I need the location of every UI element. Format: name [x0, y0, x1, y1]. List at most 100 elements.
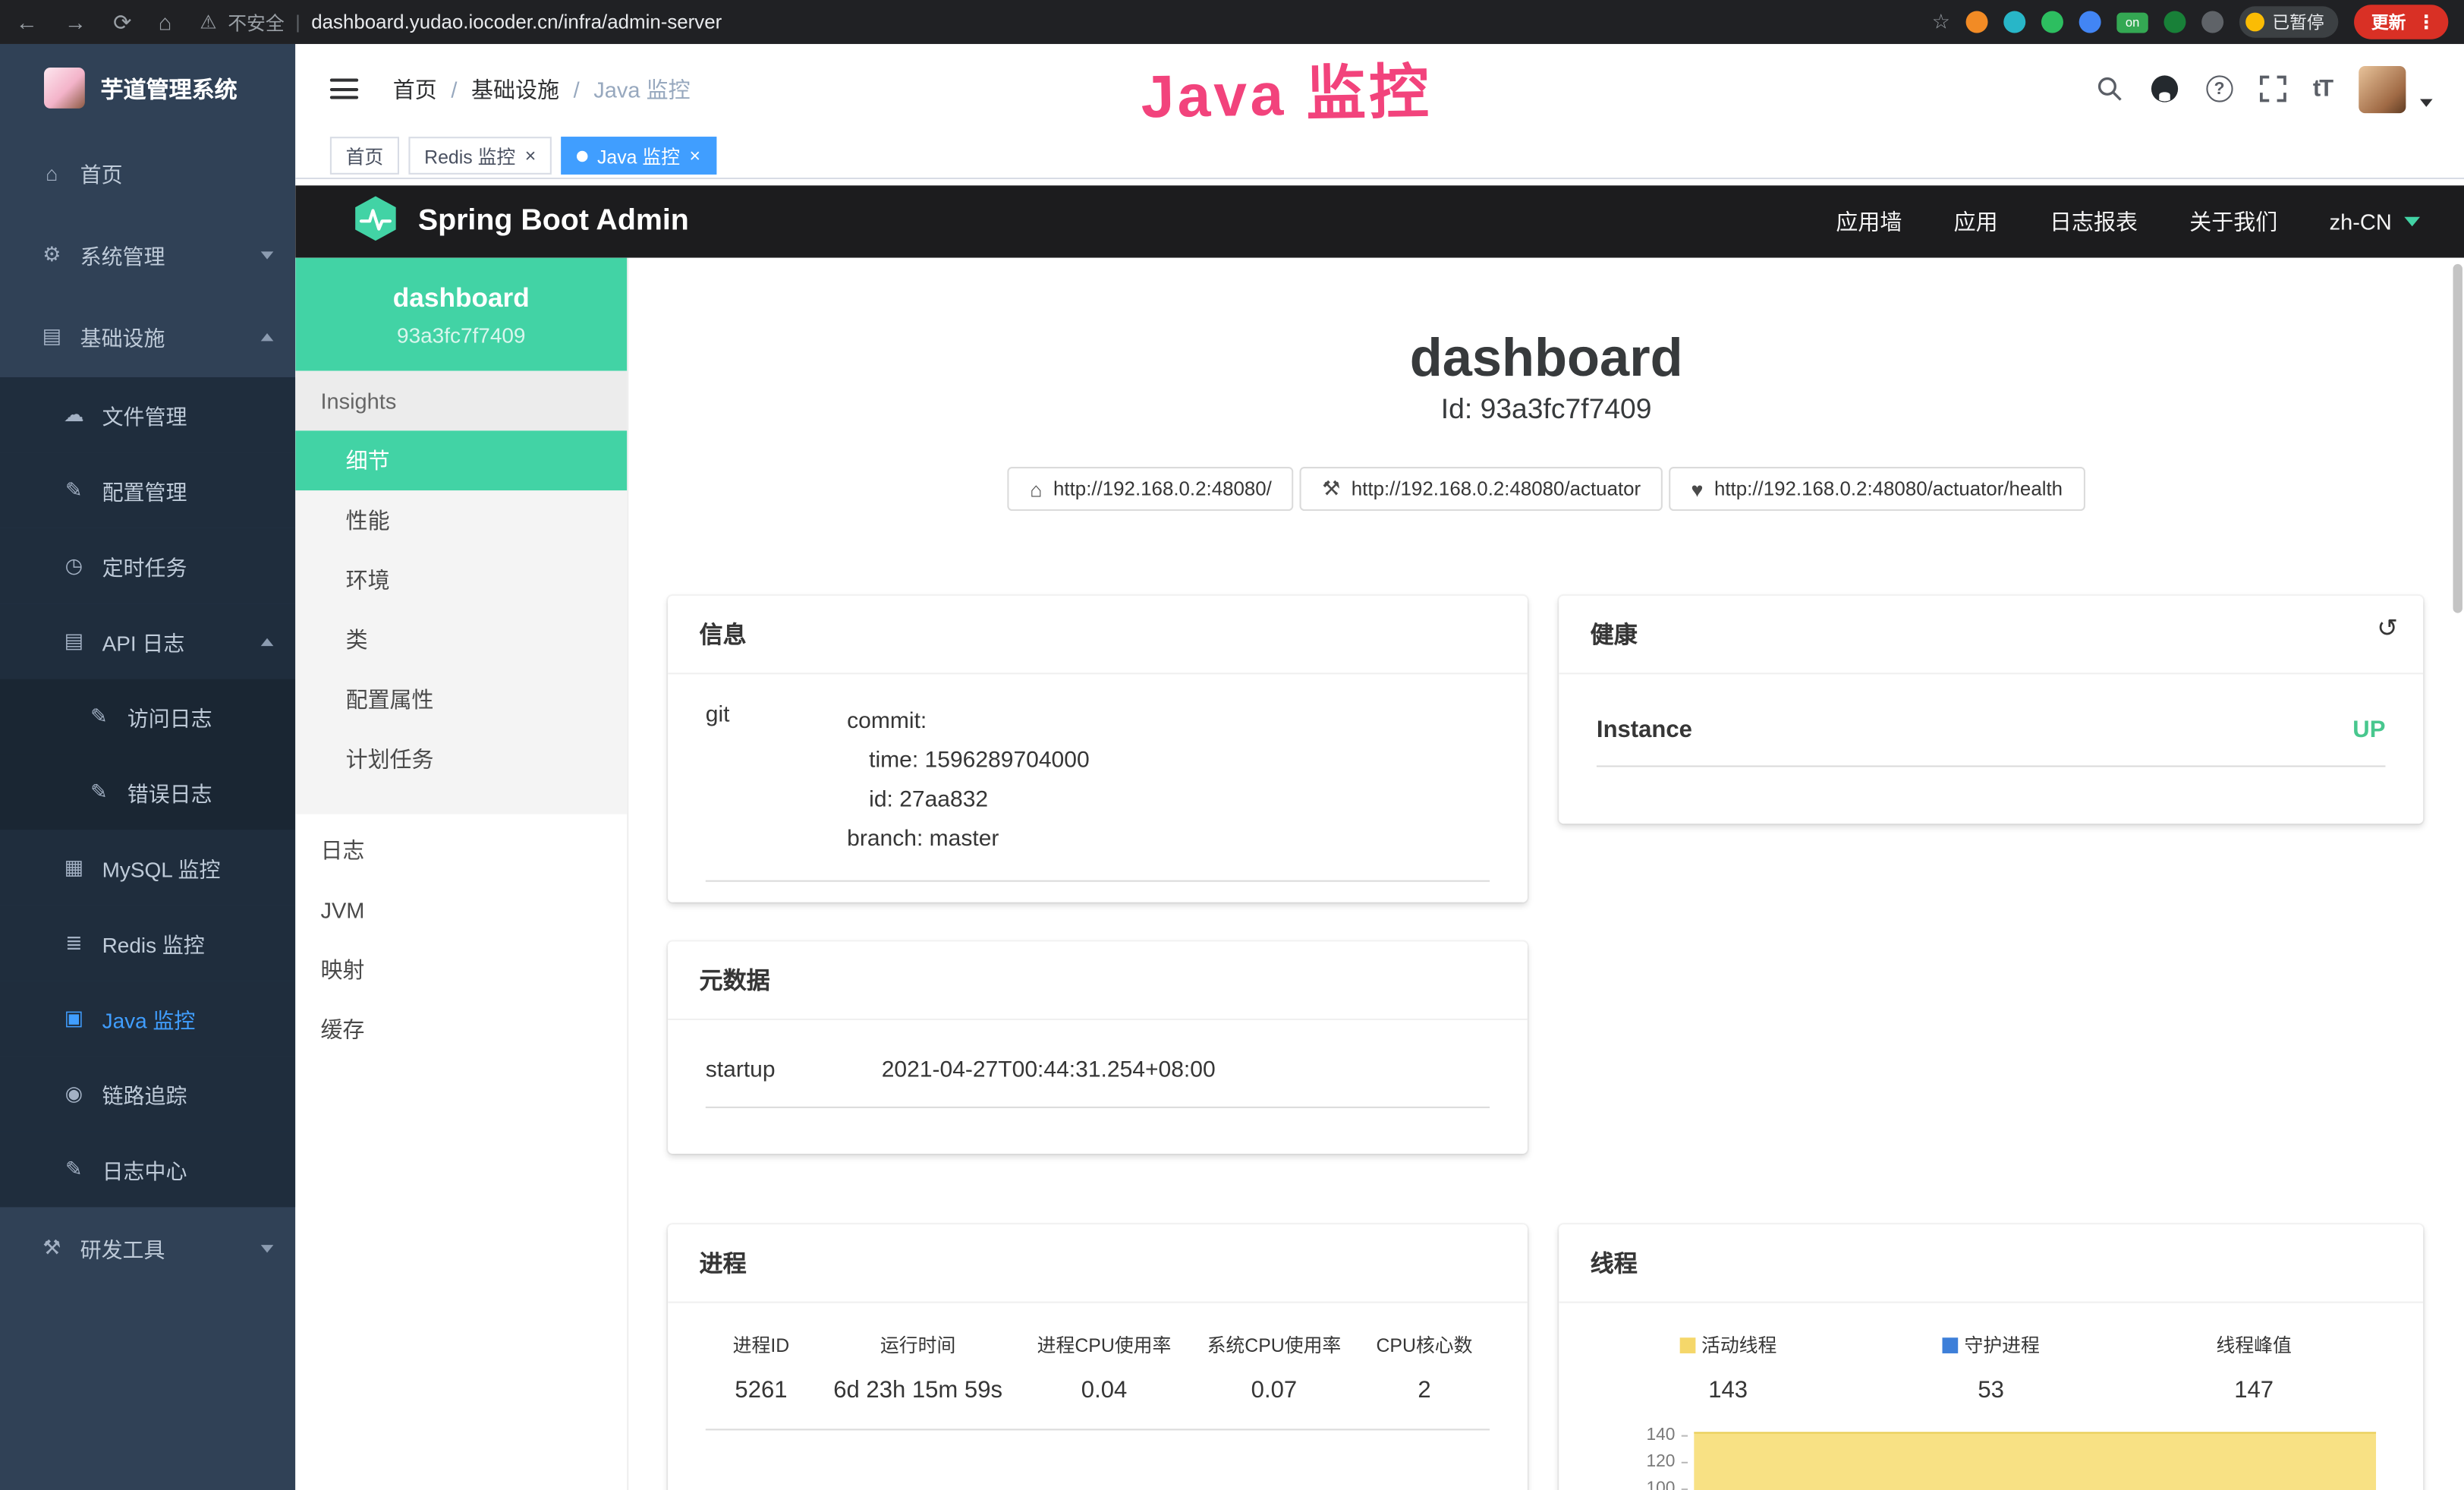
sba-nav-applications[interactable]: 应用	[1954, 206, 1998, 237]
sba-item-mappings[interactable]: 映射	[295, 940, 627, 1000]
sba-item-environment[interactable]: 环境	[295, 550, 627, 610]
sidebar-item-java-monitor[interactable]: ▣ Java 监控	[0, 981, 295, 1056]
close-icon[interactable]: ×	[690, 146, 701, 165]
sba-item-jvm[interactable]: JVM	[295, 880, 627, 940]
extension-icon-blue-grid[interactable]	[2079, 11, 2101, 33]
chevron-up-icon	[261, 638, 274, 645]
home-icon: ⌂	[1030, 477, 1042, 500]
tab-java-monitor[interactable]: Java 监控 ×	[561, 137, 716, 175]
health-row: Instance UP	[1597, 703, 2386, 767]
sidebar-item-api-logs[interactable]: ▤ API 日志	[0, 603, 295, 679]
bookmark-star-icon[interactable]: ☆	[1932, 9, 1950, 34]
heart-icon: ♥	[1691, 477, 1703, 500]
sba-item-classes[interactable]: 类	[295, 610, 627, 669]
extension-icon-orange[interactable]	[1966, 11, 1988, 33]
insecure-warning-icon[interactable]: ⚠	[200, 11, 216, 33]
help-icon[interactable]: ?	[2206, 75, 2233, 102]
user-avatar[interactable]	[2359, 65, 2406, 112]
sba-item-caches[interactable]: 缓存	[295, 1000, 627, 1060]
monitor-icon: ▣	[60, 1006, 88, 1031]
process-value: 5261	[706, 1377, 817, 1403]
page-scrollbar[interactable]	[2453, 264, 2462, 613]
sidebar-item-infrastructure[interactable]: ▤ 基础设施	[0, 295, 295, 377]
fullscreen-icon[interactable]	[2259, 75, 2286, 102]
paused-badge[interactable]: 已暂停	[2239, 6, 2338, 37]
sidebar-item-config-management[interactable]: ✎ 配置管理	[0, 452, 295, 528]
sidebar-item-label: 日志中心	[102, 1154, 187, 1185]
close-icon[interactable]: ×	[525, 146, 537, 165]
sidebar-item-scheduled-tasks[interactable]: ◷ 定时任务	[0, 528, 295, 603]
health-card-body: Instance UP	[1559, 674, 2423, 767]
extension-on-badge[interactable]: on	[2116, 12, 2148, 33]
screen: ← → ⟳ ⌂ ⚠ 不安全 | dashboard.yudao.iocoder.…	[0, 0, 2464, 1490]
github-icon[interactable]	[2149, 74, 2179, 103]
sidebar-item-access-logs[interactable]: ✎ 访问日志	[0, 679, 295, 754]
language-selector[interactable]: zh-CN	[2330, 209, 2420, 234]
sba-brand-title[interactable]: Spring Boot Admin	[418, 204, 689, 239]
search-icon[interactable]	[2096, 75, 2123, 102]
service-url-button[interactable]: ⌂ http://192.168.0.2:48080/	[1008, 467, 1294, 511]
app-logo-row[interactable]: 芋道管理系统	[0, 44, 295, 132]
health-url-button[interactable]: ♥ http://192.168.0.2:48080/actuator/heal…	[1669, 467, 2085, 511]
text-size-icon[interactable]: tT	[2313, 75, 2332, 102]
process-card-body: 进程ID 运行时间 进程CPU使用率 系统CPU使用率 CPU核心数 5261 …	[668, 1303, 1528, 1431]
legend-label: 活动线程	[1701, 1331, 1776, 1358]
breadcrumb-home[interactable]: 首页	[393, 73, 437, 104]
sidebar-item-log-center[interactable]: ✎ 日志中心	[0, 1132, 295, 1207]
insights-group: Insights 细节 性能 环境 类 配置属性 计划任务	[295, 371, 627, 814]
sidebar-item-tracing[interactable]: ◉ 链路追踪	[0, 1057, 295, 1132]
insights-section-label: Insights	[295, 371, 627, 431]
actuator-url: http://192.168.0.2:48080/actuator	[1352, 478, 1641, 500]
app-main: 首页 / 基础设施 / Java 监控 Java 监控 ?	[295, 44, 2464, 1490]
process-table: 进程ID 运行时间 进程CPU使用率 系统CPU使用率 CPU核心数 5261 …	[706, 1331, 1490, 1403]
avatar-caret-icon[interactable]	[2420, 98, 2433, 106]
browser-chrome: ← → ⟳ ⌂ ⚠ 不安全 | dashboard.yudao.iocoder.…	[0, 0, 2464, 44]
breadcrumb-infrastructure[interactable]: 基础设施	[471, 73, 559, 104]
sidebar-item-redis-monitor[interactable]: ≣ Redis 监控	[0, 906, 295, 981]
sba-nav-about[interactable]: 关于我们	[2189, 206, 2277, 237]
sba-item-config-props[interactable]: 配置属性	[295, 669, 627, 729]
security-label[interactable]: 不安全	[228, 8, 285, 35]
home-icon[interactable]: ⌂	[159, 9, 172, 34]
actuator-url-button[interactable]: ⚒ http://192.168.0.2:48080/actuator	[1300, 467, 1663, 511]
update-label: 更新	[2371, 9, 2406, 34]
extension-icon-green[interactable]	[2041, 11, 2063, 33]
instance-header[interactable]: dashboard 93a3fc7f7409	[295, 258, 627, 371]
info-line: branch: master	[847, 821, 1090, 860]
sidebar-item-system-management[interactable]: ⚙ 系统管理	[0, 214, 295, 296]
extension-icon-puzzle[interactable]	[2201, 11, 2223, 33]
sidebar-item-label: MySQL 监控	[102, 852, 221, 883]
instance-id: 93a3fc7f7409	[295, 324, 627, 348]
sidebar-item-error-logs[interactable]: ✎ 错误日志	[0, 754, 295, 830]
sidebar-item-label: Redis 监控	[102, 928, 205, 959]
browser-menu-icon[interactable]: ⋮	[2417, 11, 2436, 33]
spring-boot-admin-logo-icon[interactable]	[352, 194, 399, 249]
threads-card-body: 活动线程 守护进程 线程峰值 143	[1559, 1303, 2423, 1490]
back-icon[interactable]: ←	[16, 9, 38, 34]
sba-nav-wallboard[interactable]: 应用墙	[1836, 206, 1902, 237]
history-icon[interactable]: ↺	[2377, 613, 2398, 644]
sidebar-item-mysql-monitor[interactable]: ▦ MySQL 监控	[0, 830, 295, 905]
sba-item-scheduled-tasks[interactable]: 计划任务	[295, 729, 627, 789]
sidebar-item-file-management[interactable]: ☁ 文件管理	[0, 377, 295, 452]
hamburger-icon[interactable]	[330, 79, 358, 99]
breadcrumb-current: Java 监控	[593, 73, 690, 104]
sba-item-metrics[interactable]: 性能	[295, 490, 627, 550]
update-button[interactable]: 更新 ⋮	[2354, 5, 2448, 39]
yellow-square-icon	[1679, 1337, 1695, 1353]
extension-icon-teal[interactable]	[2003, 11, 2025, 33]
reload-icon[interactable]: ⟳	[113, 8, 131, 35]
sba-item-logs[interactable]: 日志	[295, 821, 627, 880]
sidebar-item-home[interactable]: ⌂ 首页	[0, 132, 295, 214]
sba-item-details[interactable]: 细节	[295, 430, 627, 490]
health-instance-label: Instance	[1597, 717, 1692, 743]
sidebar-item-dev-tools[interactable]: ⚒ 研发工具	[0, 1207, 295, 1289]
forward-icon[interactable]: →	[65, 9, 87, 34]
extension-icon-leaf[interactable]	[2163, 11, 2186, 33]
address-bar[interactable]: ⚠ 不安全 | dashboard.yudao.iocoder.cn/infra…	[200, 8, 1931, 35]
cards-row-1: 信息 git commit: time: 1596289704000 id: 2…	[628, 596, 2464, 903]
tab-redis-monitor[interactable]: Redis 监控 ×	[408, 137, 552, 175]
sba-nav-journal[interactable]: 日志报表	[2050, 206, 2138, 237]
tab-home[interactable]: 首页	[330, 137, 399, 175]
url-text[interactable]: dashboard.yudao.iocoder.cn/infra/admin-s…	[311, 11, 722, 33]
